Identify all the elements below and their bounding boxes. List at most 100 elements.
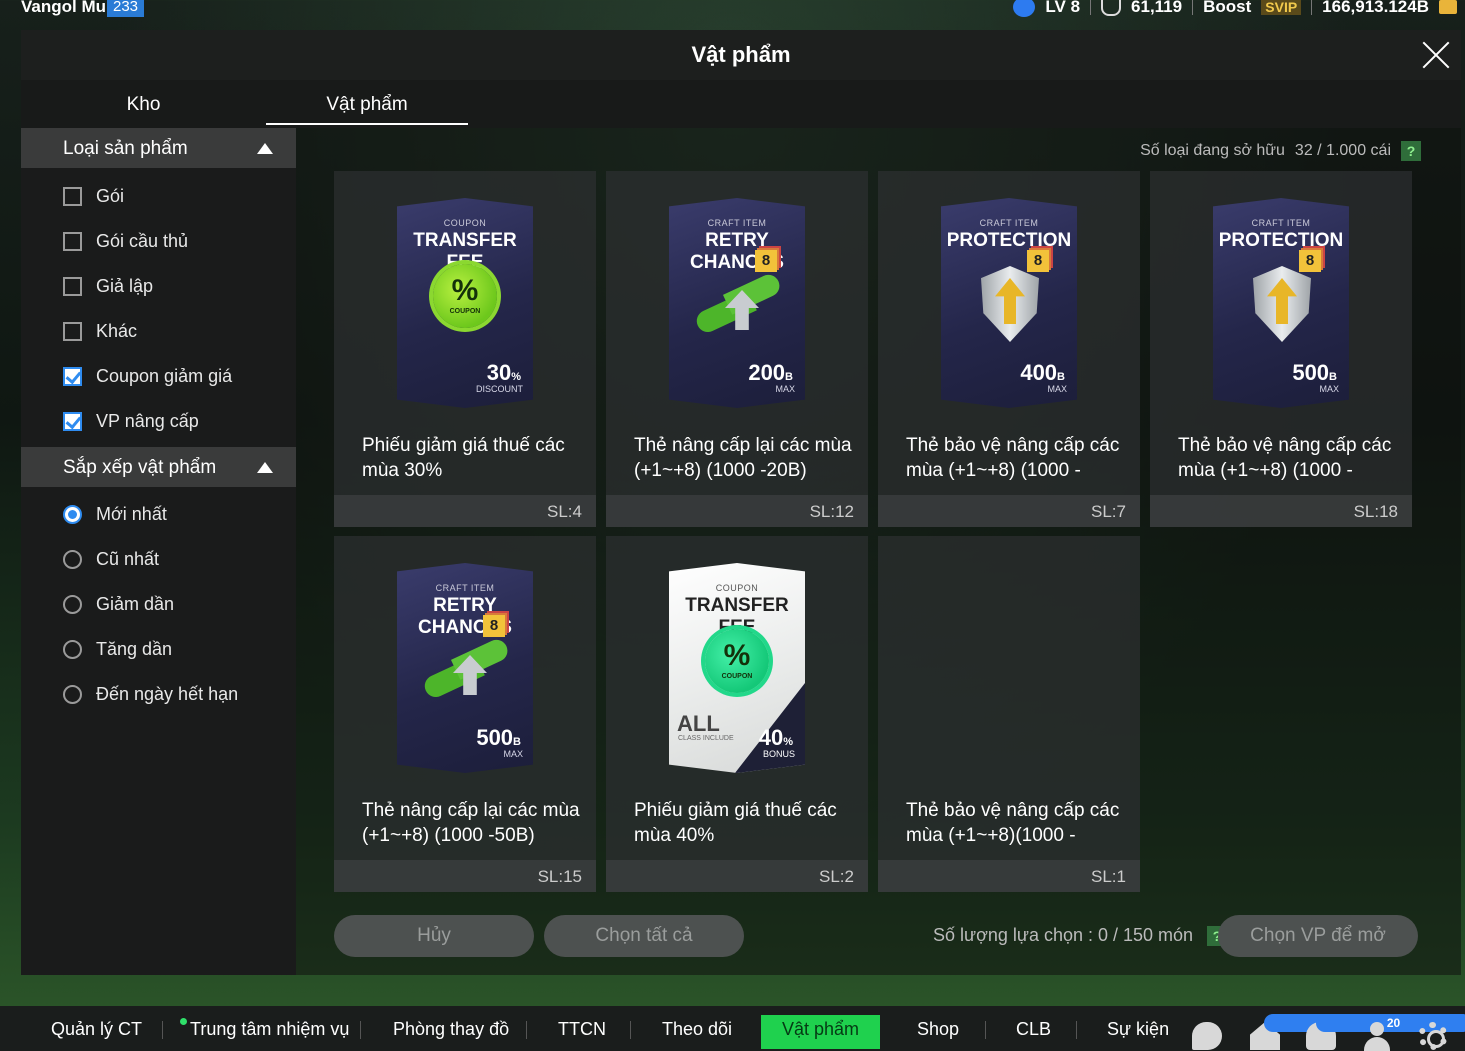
open-items-button[interactable]: Chọn VP để mở bbox=[1218, 915, 1418, 957]
item-card[interactable]: CRAFT ITEM RETRY CHANCES 8 200B MAX Thẻ … bbox=[606, 171, 868, 527]
collapse-arrow-icon[interactable] bbox=[257, 462, 273, 473]
retry-arrows-icon bbox=[421, 636, 512, 707]
nav-vat-pham[interactable]: Vật phẩm bbox=[761, 1019, 880, 1040]
tile-title: RETRY CHANCES bbox=[418, 595, 512, 638]
shield-icon bbox=[1253, 266, 1311, 342]
item-card[interactable]: COUPON TRANSFER FEE % COUPON ALL CLASS IN… bbox=[606, 536, 868, 892]
item-card[interactable]: Thẻ bảo vệ nâng cấp các mùa (+1~+8)(1000… bbox=[878, 536, 1140, 892]
filter-khac[interactable]: Khác bbox=[63, 319, 137, 343]
item-name: Thẻ bảo vệ nâng cấp các mùa (+1~+8) (100… bbox=[906, 435, 1120, 481]
help-icon[interactable]: ? bbox=[1401, 141, 1421, 161]
checkbox-icon[interactable] bbox=[63, 276, 82, 296]
tab-bar: Kho Vật phẩm bbox=[21, 80, 1461, 128]
coin-icon bbox=[1439, 0, 1457, 14]
filter-label: Coupon giảm giá bbox=[96, 365, 233, 386]
level-cards-icon: 8 bbox=[483, 611, 509, 639]
profile-icon[interactable] bbox=[1362, 1022, 1392, 1051]
item-card[interactable]: CRAFT ITEM PROTECTION 8 500B MAX Thẻ bảo… bbox=[1150, 171, 1412, 527]
tile-title: PROTECTION bbox=[946, 230, 1072, 251]
radio-icon[interactable] bbox=[63, 549, 82, 569]
filter-goi[interactable]: Gói bbox=[63, 184, 124, 208]
nav-shop[interactable]: Shop bbox=[917, 1019, 959, 1040]
tile-value: 500B bbox=[1292, 360, 1337, 385]
owned-label: Số loại đang sở hữu bbox=[1140, 142, 1285, 159]
filter-goi-cau-thu[interactable]: Gói cầu thủ bbox=[63, 229, 188, 253]
radio-icon[interactable] bbox=[63, 594, 82, 614]
coupon-tile-white: COUPON TRANSFER FEE % COUPON ALL CLASS IN… bbox=[669, 563, 805, 773]
item-name: Thẻ nâng cấp lại các mùa (+1~+8) (1000 -… bbox=[362, 800, 580, 846]
sort-expiry[interactable]: Đến ngày hết hạn bbox=[63, 682, 238, 706]
collapse-arrow-icon[interactable] bbox=[257, 143, 273, 154]
divider bbox=[1311, 0, 1313, 15]
item-card[interactable]: CRAFT ITEM PROTECTION 8 400B MAX Thẻ bảo… bbox=[878, 171, 1140, 527]
radio-selected-icon[interactable] bbox=[63, 504, 82, 524]
nav-quan-ly-ct[interactable]: Quản lý CT bbox=[51, 1019, 142, 1040]
filter-coupon[interactable]: Coupon giảm giá bbox=[63, 364, 232, 388]
item-quantity: SL:2 bbox=[819, 867, 854, 886]
sort-oldest[interactable]: Cũ nhất bbox=[63, 547, 159, 571]
cancel-button[interactable]: Hủy bbox=[334, 915, 534, 957]
nav-ttcn[interactable]: TTCN bbox=[558, 1019, 606, 1040]
sort-header[interactable]: Sắp xếp vật phẩm bbox=[21, 447, 296, 487]
item-name: Thẻ bảo vệ nâng cấp các mùa (+1~+8)(1000… bbox=[906, 800, 1120, 846]
level-cards-icon: 8 bbox=[755, 246, 781, 274]
tab-vat-pham[interactable]: Vật phẩm bbox=[266, 94, 468, 116]
nav-trung-tam-nhiem-vu[interactable]: Trung tâm nhiệm vụ bbox=[190, 1019, 349, 1040]
nav-phong-thay-do[interactable]: Phòng thay đồ bbox=[393, 1019, 509, 1040]
shield-icon bbox=[981, 266, 1039, 342]
filter-label: Khác bbox=[96, 320, 138, 341]
close-icon[interactable] bbox=[1421, 40, 1451, 70]
user-level-badge: 233 bbox=[107, 0, 145, 17]
retry-arrows-icon bbox=[693, 271, 784, 342]
percent-coupon-icon: % COUPON bbox=[433, 264, 497, 328]
tab-kho[interactable]: Kho bbox=[21, 94, 266, 116]
tile-kicker: CRAFT ITEM bbox=[1251, 218, 1311, 228]
filter-sidebar: Loại sản phẩm Gói Gói cầu thủ Giả lập Kh… bbox=[21, 128, 296, 975]
sort-label: Cũ nhất bbox=[96, 548, 160, 569]
tile-sub: MAX bbox=[1047, 384, 1067, 394]
tile-all: ALL bbox=[677, 711, 720, 736]
sort-descending[interactable]: Giảm dần bbox=[63, 592, 174, 616]
level-cards-icon: 8 bbox=[1027, 246, 1053, 274]
divider bbox=[1192, 0, 1194, 15]
sort-newest[interactable]: Mới nhất bbox=[63, 502, 167, 526]
divider bbox=[630, 1021, 631, 1039]
sort-label: Đến ngày hết hạn bbox=[96, 683, 239, 704]
nav-theo-doi[interactable]: Theo dõi bbox=[662, 1019, 732, 1040]
filter-gia-lap[interactable]: Giả lập bbox=[63, 274, 153, 298]
divider bbox=[1090, 0, 1092, 15]
item-name: Thẻ nâng cấp lại các mùa (+1~+8) (1000 -… bbox=[634, 435, 852, 481]
retry-tile: CRAFT ITEM RETRY CHANCES 8 500B MAX bbox=[397, 563, 533, 773]
modal-title: Vật phẩm bbox=[691, 42, 791, 67]
nav-vat-pham-active[interactable]: Vật phẩm bbox=[761, 1015, 880, 1049]
chat-icon[interactable] bbox=[1192, 1022, 1222, 1050]
nav-su-kien[interactable]: Sự kiện bbox=[1107, 1019, 1169, 1040]
trophy-icon bbox=[1101, 0, 1122, 16]
checkbox-checked-icon[interactable] bbox=[63, 411, 82, 431]
checkbox-icon[interactable] bbox=[63, 186, 82, 206]
select-all-button[interactable]: Chọn tất cả bbox=[544, 915, 744, 957]
filter-vp-nang-cap[interactable]: VP nâng cấp bbox=[63, 409, 199, 433]
item-name: Phiếu giảm giá thuế các mùa 40% bbox=[634, 800, 837, 846]
checkbox-icon[interactable] bbox=[63, 321, 82, 341]
gear-icon[interactable] bbox=[1418, 1022, 1448, 1050]
checkbox-checked-icon[interactable] bbox=[63, 366, 82, 386]
tile-value: 400B bbox=[1020, 360, 1065, 385]
sort-ascending[interactable]: Tăng dần bbox=[63, 637, 172, 661]
nav-clb[interactable]: CLB bbox=[1016, 1019, 1051, 1040]
checkbox-icon[interactable] bbox=[63, 231, 82, 251]
radio-icon[interactable] bbox=[63, 684, 82, 704]
radio-icon[interactable] bbox=[63, 639, 82, 659]
svip-badge: SVIP bbox=[1261, 0, 1302, 15]
item-quantity: SL:4 bbox=[547, 502, 582, 521]
item-card[interactable]: CRAFT ITEM RETRY CHANCES 8 500B MAX Thẻ … bbox=[334, 536, 596, 892]
bp-balance: 166,913.124B bbox=[1322, 0, 1429, 16]
username: Vangol Mu bbox=[21, 0, 106, 16]
protection-tile: CRAFT ITEM PROTECTION 8 400B MAX bbox=[941, 198, 1077, 408]
tile-title: PROTECTION bbox=[1218, 230, 1344, 251]
product-type-header[interactable]: Loại sản phẩm bbox=[21, 128, 296, 168]
item-card[interactable]: COUPON TRANSFER FEE % COUPON 30% DISCOUNT… bbox=[334, 171, 596, 527]
item-name: Thẻ bảo vệ nâng cấp các mùa (+1~+8) (100… bbox=[1178, 435, 1392, 481]
tile-sub: MAX bbox=[503, 749, 523, 759]
modal-header: Vật phẩm bbox=[21, 30, 1461, 80]
